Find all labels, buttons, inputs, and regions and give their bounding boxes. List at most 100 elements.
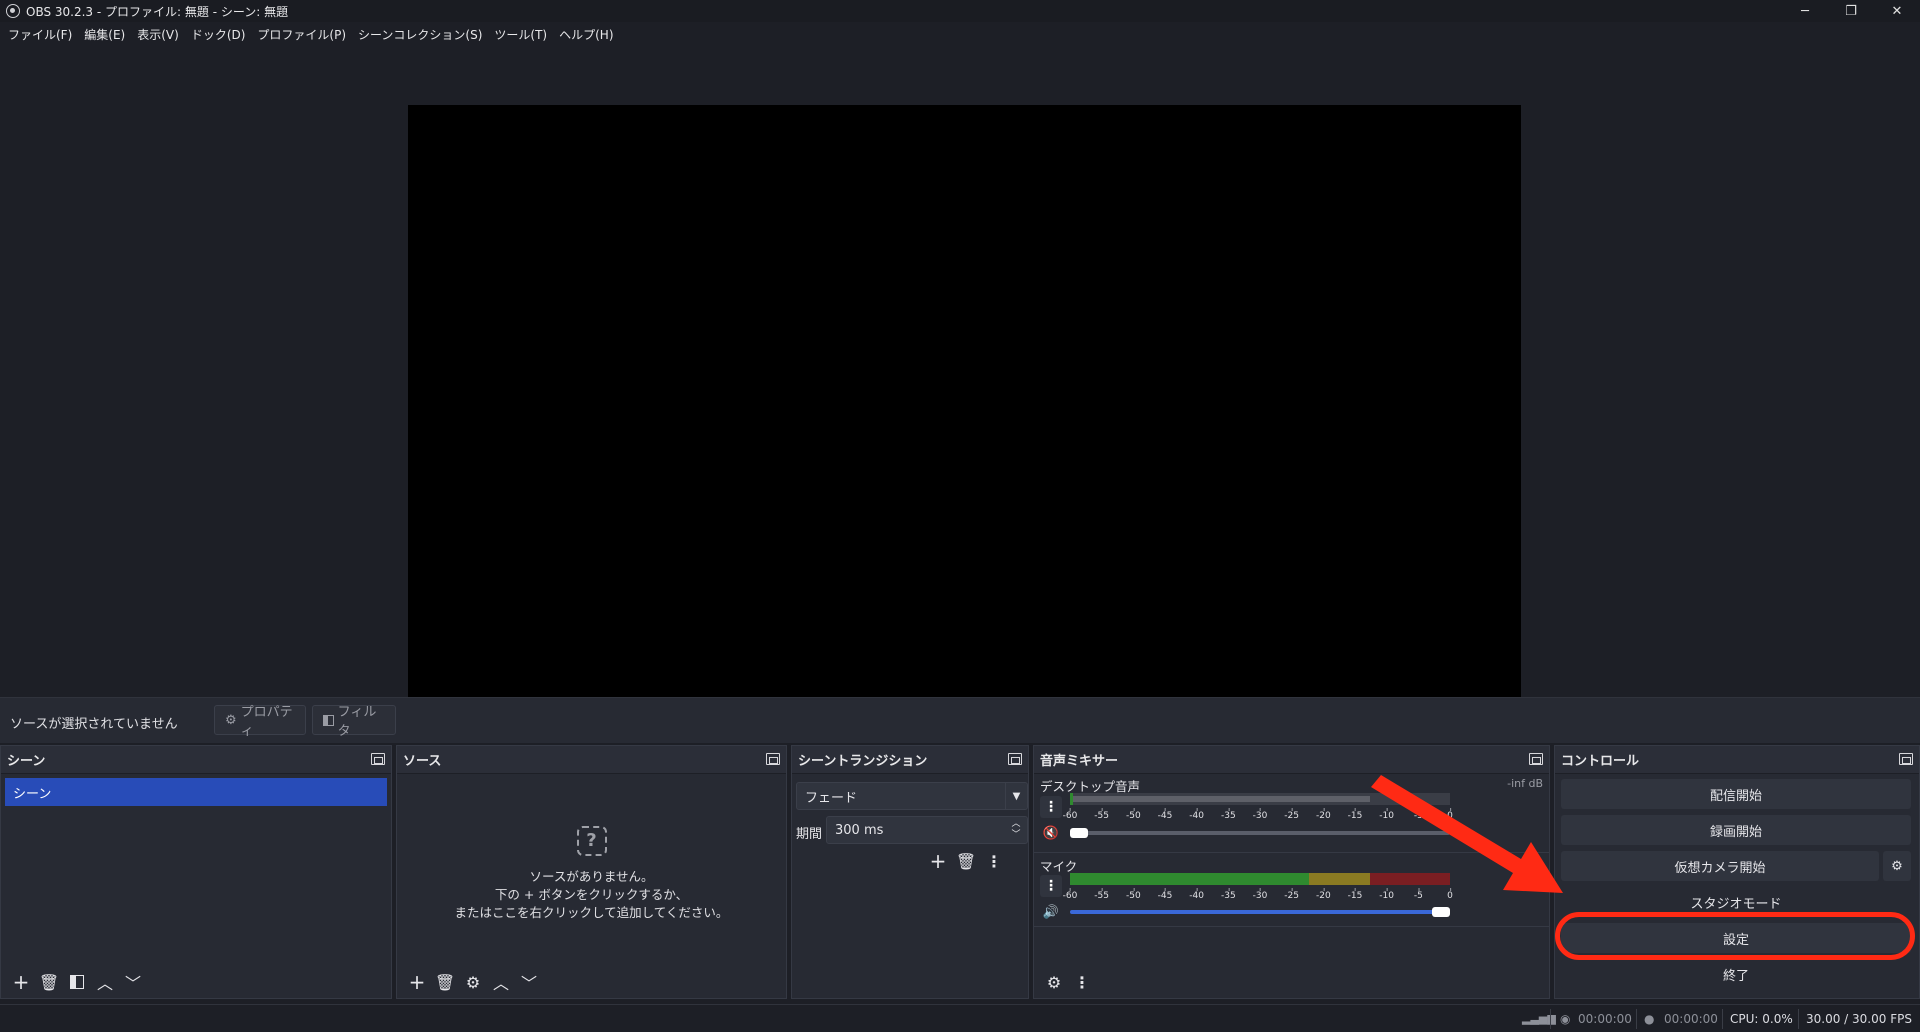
volume-slider[interactable] <box>1070 907 1450 917</box>
scene-filters-button[interactable] <box>63 969 91 995</box>
start-streaming-button[interactable]: 配信開始 <box>1561 779 1911 809</box>
audio-meter <box>1070 873 1450 885</box>
channel-menu-button[interactable]: ⋮ <box>1040 796 1062 818</box>
meter-scale-tick: -60 <box>1062 888 1078 901</box>
menu-file[interactable]: ファイル(F) <box>4 26 80 43</box>
add-transition-button[interactable]: + <box>924 848 952 874</box>
move-scene-down-button[interactable]: ﹀ <box>119 969 147 995</box>
advanced-audio-button[interactable]: ⚙ <box>1040 969 1068 995</box>
transition-menu-button[interactable]: ⋮ <box>980 848 1008 874</box>
transitions-title: シーントランジション <box>798 754 928 769</box>
status-separator <box>1636 1009 1637 1029</box>
window-controls: ─ ❐ ✕ <box>1782 0 1920 22</box>
mixer-menu-button[interactable]: ⋮ <box>1068 969 1096 995</box>
start-recording-button[interactable]: 録画開始 <box>1561 815 1911 845</box>
properties-button[interactable]: ⚙ プロパティ <box>214 705 306 739</box>
menu-help[interactable]: ヘルプ(H) <box>555 26 621 43</box>
empty-line-2: 下の + ボタンをクリックするか、 <box>494 887 689 902</box>
audio-mixer-dock-title: 音声ミキサー <box>1034 746 1549 774</box>
meter-scale-tick: 0 <box>1447 808 1453 821</box>
meter-scale-tick: 0 <box>1447 888 1453 901</box>
minimize-button[interactable]: ─ <box>1782 0 1828 22</box>
menu-tools[interactable]: ツール(T) <box>490 26 555 43</box>
scene-list-item[interactable]: シーン <box>5 778 387 806</box>
meter-scale-tick: -5 <box>1413 808 1423 821</box>
meter-scale-tick: -30 <box>1252 888 1268 901</box>
speaker-icon[interactable]: 🔊 <box>1040 901 1062 923</box>
channel-menu-button[interactable]: ⋮ <box>1040 875 1062 897</box>
maximize-button[interactable]: ❐ <box>1828 0 1874 22</box>
menu-view[interactable]: 表示(V) <box>133 26 187 43</box>
undock-icon[interactable] <box>1899 753 1913 765</box>
menu-docks[interactable]: ドック(D) <box>187 26 254 43</box>
exit-button[interactable]: 終了 <box>1561 959 1911 989</box>
undock-icon[interactable] <box>371 753 385 765</box>
duration-label: 期間 <box>796 827 823 842</box>
virtual-camera-settings-button[interactable]: ⚙ <box>1883 851 1911 881</box>
meter-scale-tick: -30 <box>1252 808 1268 821</box>
no-source-label: ソースが選択されていません <box>10 717 178 732</box>
volume-slider-handle[interactable] <box>1432 907 1450 917</box>
preview-canvas[interactable] <box>408 105 1521 732</box>
undock-icon[interactable] <box>1529 753 1543 765</box>
meter-scale-tick: -55 <box>1094 808 1110 821</box>
meter-scale-tick: -15 <box>1347 808 1363 821</box>
meter-scale-tick: -10 <box>1379 888 1395 901</box>
mixer-channel-mic: マイク ⋮ -60 -55 -50 -45 -40 -35 -30 -25 -20 -15 -10-… <box>1034 852 1549 924</box>
sources-dock-title: ソース <box>397 746 786 774</box>
cpu-usage: CPU: 0.0% <box>1730 1012 1793 1026</box>
meter-scale-tick: -40 <box>1189 888 1205 901</box>
chevron-up-icon: ︿ <box>96 974 113 993</box>
transition-select[interactable]: フェード ▼ <box>796 782 1028 810</box>
volume-slider[interactable] <box>1070 828 1450 838</box>
start-virtual-camera-button[interactable]: 仮想カメラ開始 <box>1561 851 1879 881</box>
plus-icon: + <box>408 970 426 994</box>
spinner-arrows-icon[interactable]: ︿ ﹀ <box>1005 817 1027 843</box>
sources-dock[interactable]: ソース ? ソースがありません。 下の + ボタンをクリックするか、 またはここ… <box>396 745 787 999</box>
trash-icon: 🗑 <box>434 972 456 992</box>
remove-source-button[interactable]: 🗑 <box>431 969 459 995</box>
source-toolbar: ソースが選択されていません ⚙ プロパティ フィルタ <box>0 697 1920 743</box>
move-source-down-button[interactable]: ﹀ <box>515 969 543 995</box>
close-button[interactable]: ✕ <box>1874 0 1920 22</box>
window-title: OBS 30.2.3 - プロファイル: 無題 - シーン: 無題 <box>26 4 289 19</box>
remove-scene-button[interactable]: 🗑 <box>35 969 63 995</box>
audio-mixer-dock: 音声ミキサー デスクトップ音声 -inf dB ⋮ -60 -55 -50 -45 -4… <box>1033 745 1550 999</box>
meter-scale-tick: -20 <box>1315 888 1331 901</box>
filters-button[interactable]: フィルタ <box>312 705 396 739</box>
audio-meter <box>1070 793 1450 805</box>
stream-time: 00:00:00 <box>1578 1012 1632 1026</box>
mixer-toolbar: ⚙ ⋮ <box>1034 966 1549 998</box>
add-scene-button[interactable]: + <box>7 969 35 995</box>
scenes-dock-title: シーン <box>1 746 391 774</box>
status-separator <box>1550 1009 1551 1029</box>
muted-speaker-icon[interactable]: 🔇 <box>1040 822 1062 844</box>
meter-scale-tick: -45 <box>1157 888 1173 901</box>
properties-label: プロパティ <box>240 705 293 739</box>
chevron-down-icon: ﹀ <box>124 974 141 993</box>
undock-icon[interactable] <box>766 753 780 765</box>
volume-slider-handle[interactable] <box>1070 828 1088 838</box>
transitions-dock-title: シーントランジション <box>792 746 1028 774</box>
mixer-divider <box>1034 926 1549 927</box>
move-scene-up-button[interactable]: ︿ <box>91 969 119 995</box>
source-properties-button[interactable]: ⚙ <box>459 969 487 995</box>
duration-input[interactable]: 300 ms ︿ ﹀ <box>826 816 1028 844</box>
menu-edit[interactable]: 編集(E) <box>80 26 133 43</box>
filter-icon <box>323 714 334 726</box>
undock-icon[interactable] <box>1008 753 1022 765</box>
menu-profile[interactable]: プロファイル(P) <box>253 26 354 43</box>
dropdown-arrow-icon: ▼ <box>1005 783 1027 809</box>
scenes-title: シーン <box>7 754 46 769</box>
gears-icon: ⚙ <box>1046 972 1062 992</box>
record-status-icon: ● <box>1644 1012 1655 1026</box>
add-source-button[interactable]: + <box>403 969 431 995</box>
menu-scene-collection[interactable]: シーンコレクション(S) <box>354 26 490 43</box>
empty-line-3: またはここを右クリックして追加してください。 <box>454 905 729 920</box>
move-source-up-button[interactable]: ︿ <box>487 969 515 995</box>
preview-area[interactable] <box>4 48 1916 732</box>
meter-level <box>1070 793 1073 805</box>
remove-transition-button[interactable]: 🗑 <box>952 848 980 874</box>
plus-icon: + <box>929 849 947 873</box>
sources-empty-message: ? ソースがありません。 下の + ボタンをクリックするか、 またはここを右クリ… <box>397 826 786 922</box>
